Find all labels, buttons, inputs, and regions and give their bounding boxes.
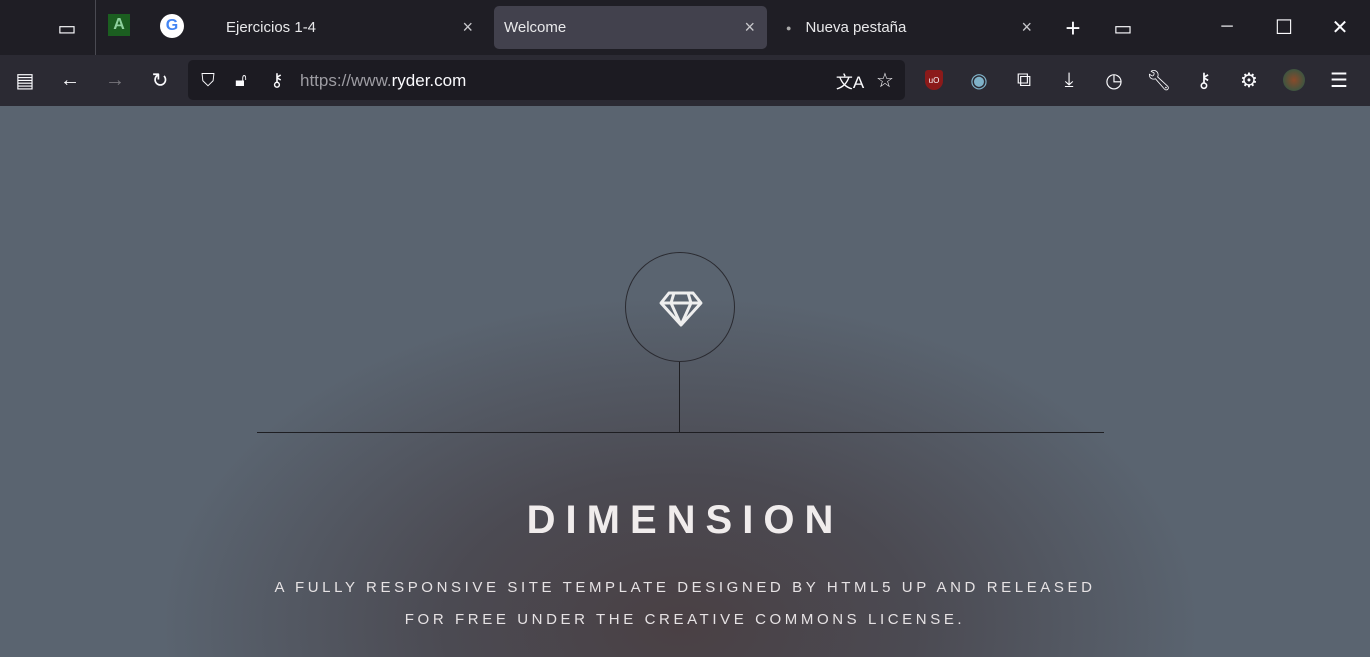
tab-groups-icon[interactable]: ▭	[52, 13, 82, 43]
ublock-icon[interactable]: uO	[925, 70, 943, 90]
page-subtitle: A FULLY RESPONSIVE SITE TEMPLATE DESIGNE…	[274, 579, 1096, 596]
close-window-button[interactable]: ✕	[1325, 12, 1355, 42]
divider	[679, 362, 680, 432]
menu-icon[interactable]: ☰	[1324, 65, 1354, 95]
minimize-button[interactable]: ─	[1212, 12, 1242, 42]
close-tab-icon[interactable]: ×	[462, 17, 473, 38]
maximize-button[interactable]: ☐	[1269, 12, 1299, 42]
new-tab-button[interactable]: +	[1058, 13, 1088, 43]
key-icon[interactable]: ⚷	[262, 65, 292, 95]
wrench-icon[interactable]: 🔧︎	[1144, 65, 1174, 95]
translate-icon[interactable]: 文A	[835, 65, 865, 95]
passwords-key-icon[interactable]: ⚷	[1189, 65, 1219, 95]
divider	[257, 432, 1104, 433]
reload-button[interactable]: ↻	[145, 65, 175, 95]
logo-circle	[625, 252, 735, 362]
forward-button[interactable]: →	[100, 65, 130, 95]
back-button[interactable]: ←	[55, 65, 85, 95]
downloads-icon[interactable]: ⤓	[1054, 65, 1084, 95]
extension-mask-icon[interactable]: ◉	[964, 65, 994, 95]
extensions-icon[interactable]: ⧉	[1009, 65, 1039, 95]
tab-label: Ejercicios 1-4	[226, 19, 317, 36]
pinned-tab-google-icon[interactable]: G	[160, 14, 184, 38]
pinned-tab-a-icon[interactable]: A	[108, 14, 130, 36]
tab-nueva[interactable]: ● Nueva pestaña ×	[776, 6, 1044, 49]
tab-bar: ▭ A G Ejercicios 1-4 × Welcome × ● Nueva…	[0, 0, 1370, 55]
history-icon[interactable]: ◷	[1099, 65, 1129, 95]
tab-ejercicios[interactable]: Ejercicios 1-4 ×	[210, 6, 485, 49]
address-bar[interactable]: ⛉ 🔓︎ ⚷ https://www.ryder.com 文A ☆	[188, 60, 905, 100]
tab-label: Welcome	[504, 19, 567, 36]
close-tab-icon[interactable]: ×	[744, 17, 755, 38]
url-text[interactable]: https://www.ryder.com	[300, 71, 466, 91]
shield-icon[interactable]: ⛉	[193, 65, 223, 95]
tab-label: Nueva pestaña	[805, 19, 907, 36]
diamond-icon	[659, 291, 703, 327]
divider	[95, 0, 96, 55]
dot-icon: ●	[786, 22, 792, 33]
settings-gear-icon[interactable]: ⚙	[1234, 65, 1264, 95]
lock-warning-icon[interactable]: 🔓︎	[226, 65, 256, 95]
close-tab-icon[interactable]: ×	[1021, 17, 1032, 38]
page-title: DIMENSION	[526, 498, 844, 542]
sidebar-icon[interactable]: ▤	[10, 65, 40, 95]
profile-avatar[interactable]	[1283, 69, 1305, 91]
page-subtitle: FOR FREE UNDER THE CREATIVE COMMONS LICE…	[404, 611, 966, 628]
tab-welcome[interactable]: Welcome ×	[494, 6, 767, 49]
tab-overview-icon[interactable]: ▭	[1108, 13, 1138, 43]
page-content: DIMENSION A FULLY RESPONSIVE SITE TEMPLA…	[0, 106, 1370, 657]
bookmark-star-icon[interactable]: ☆	[870, 65, 900, 95]
